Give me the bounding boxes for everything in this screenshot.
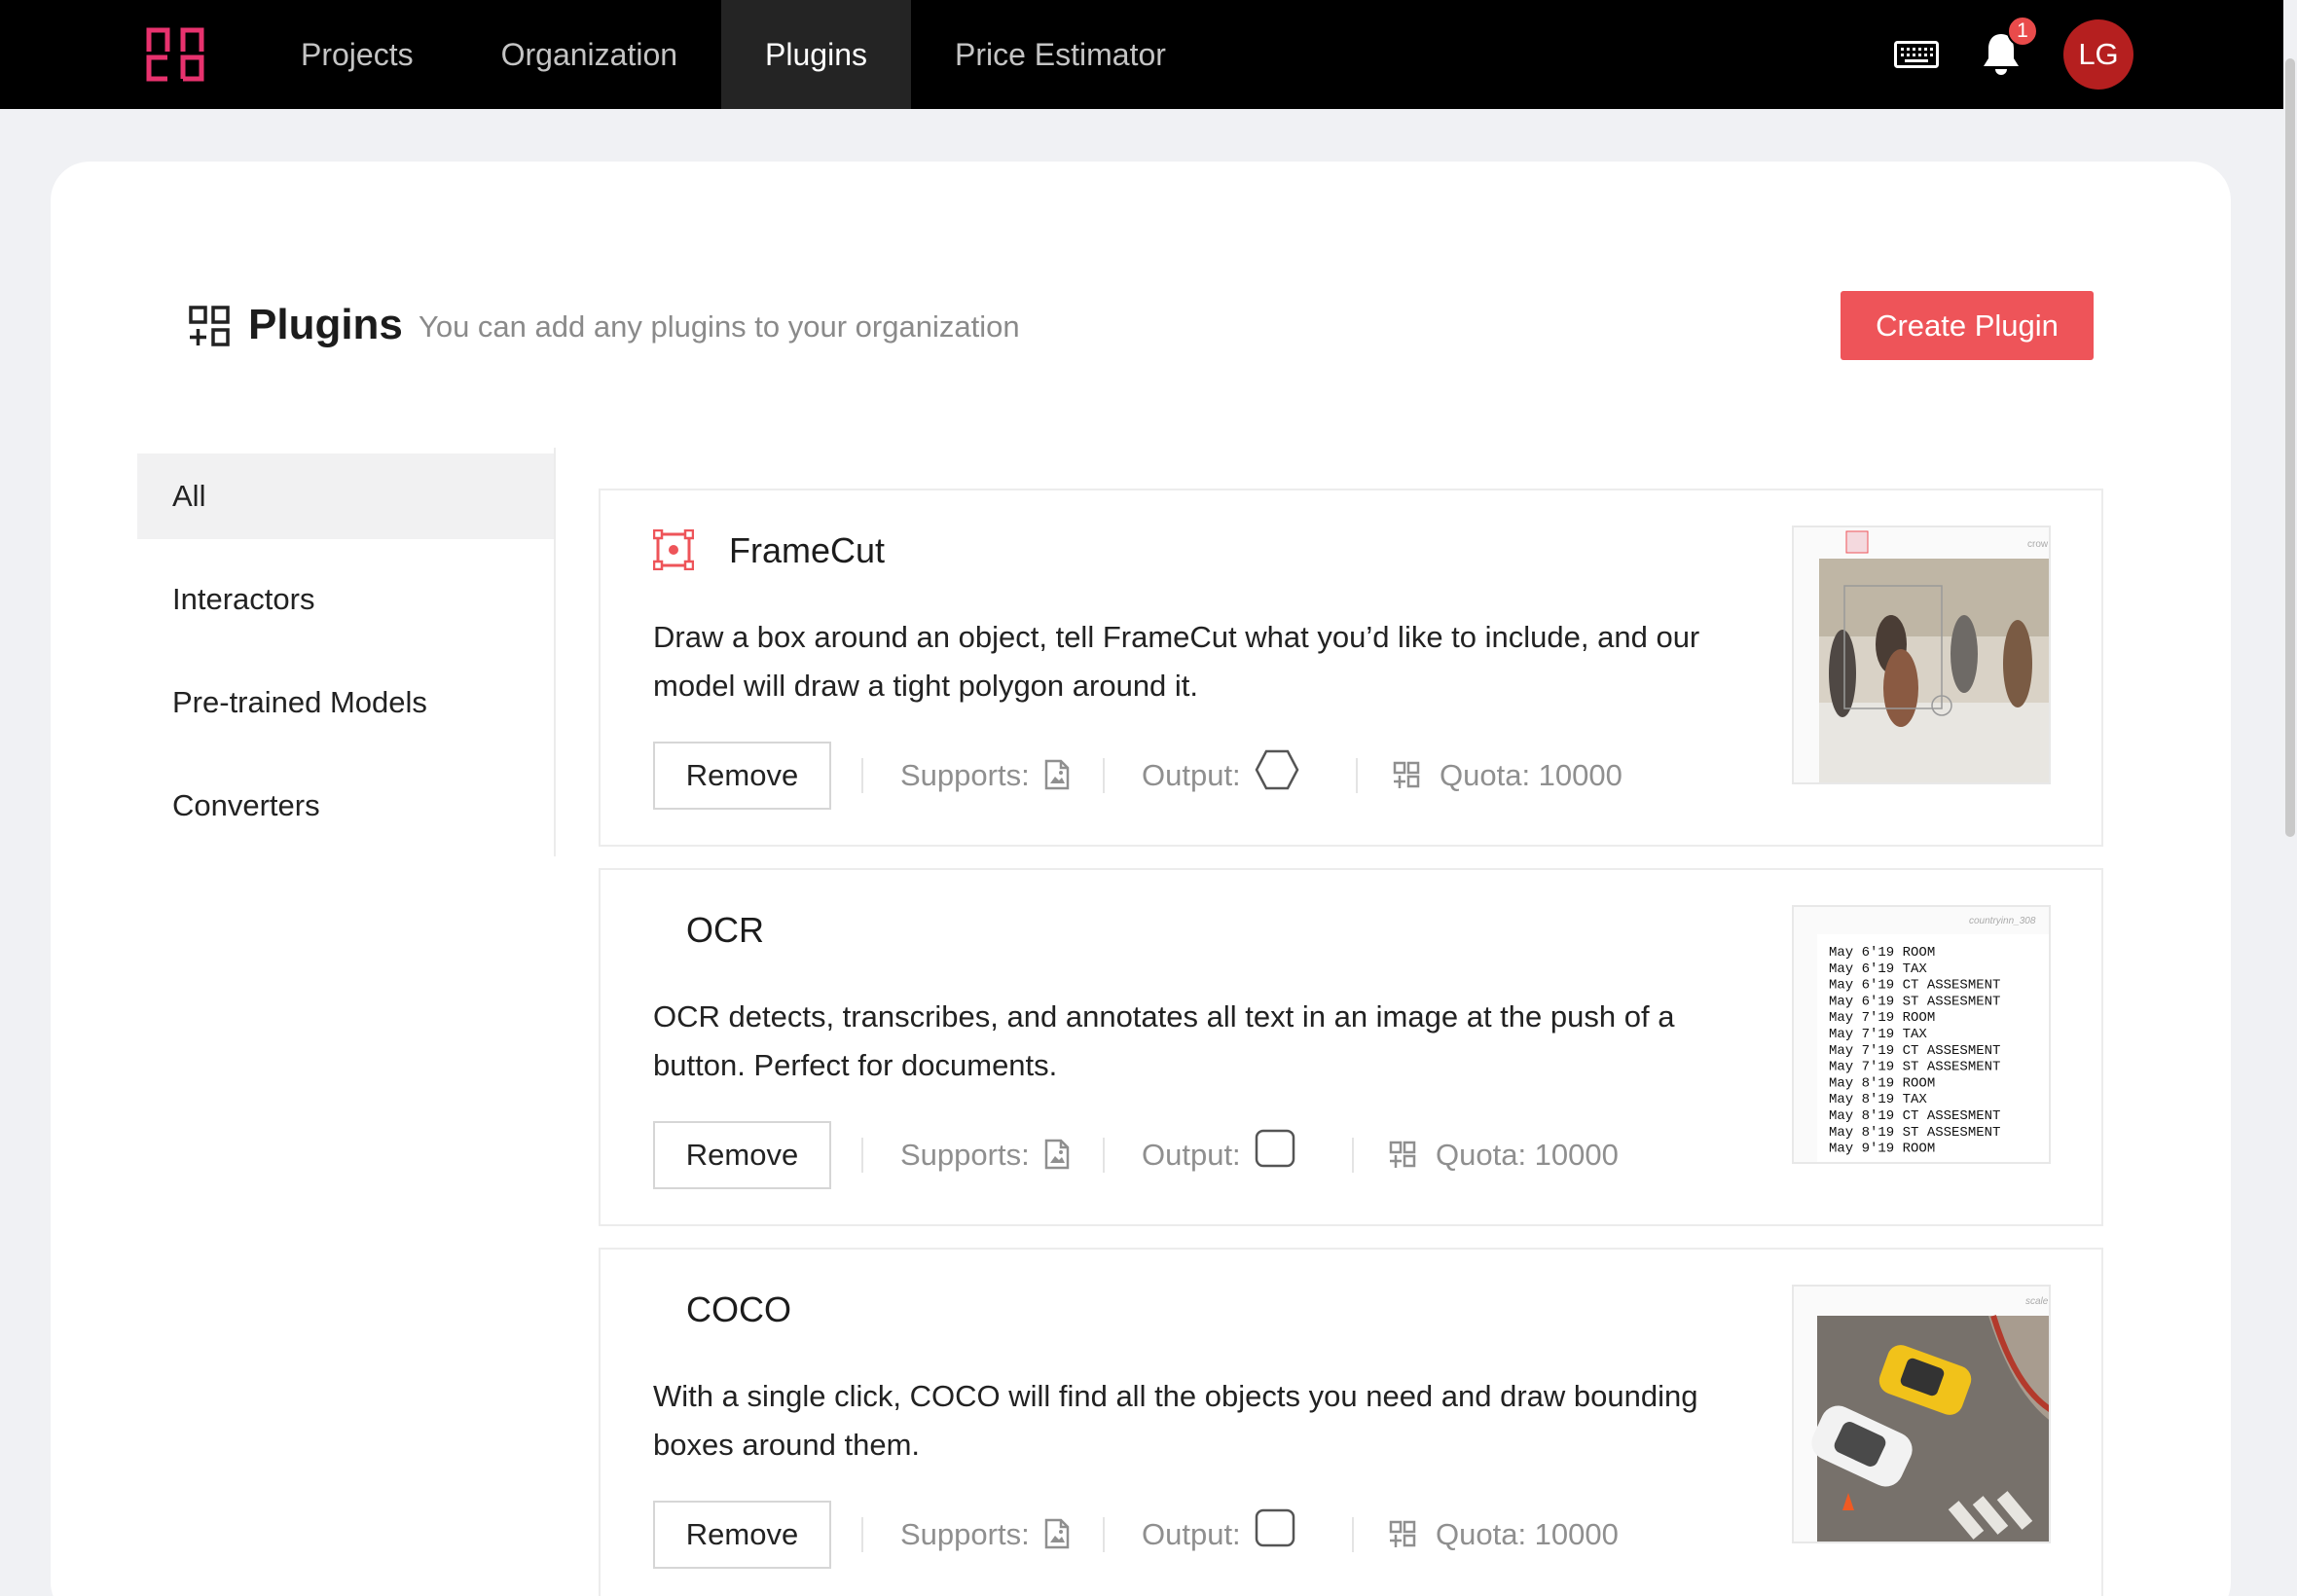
plugin-name: OCR [686,910,764,950]
plugin-name: COCO [686,1289,791,1329]
notification-count-badge: 1 [2007,16,2038,47]
sidebar-item-converters[interactable]: Converters [137,763,554,849]
ocr-text-line: May 7'19 ST ASSESMENT [1829,1060,2000,1075]
app-logo-icon[interactable] [146,27,204,82]
supports-label: Supports: [900,1517,1030,1551]
plugin-card-coco: COCO With a single click, COCO will find… [599,1248,2103,1596]
plugins-grid-icon [189,306,230,346]
nav-plugins[interactable]: Plugins [721,0,911,109]
sidebar-item-all[interactable]: All [137,453,554,539]
ocr-preview-graphic: countryinn_308 May 6'19 ROOMMay 6'19 TAX… [1794,907,2049,1162]
image-file-icon [1044,1139,1070,1170]
thumb-caption: scale [2025,1296,2049,1307]
image-file-icon [1044,1518,1070,1549]
ocr-text-line: May 6'19 ROOM [1829,945,1935,961]
plugin-category-sidebar: All Interactors Pre-trained Models Conve… [137,448,556,856]
supports-label: Supports: [900,758,1030,792]
remove-plugin-button[interactable]: Remove [653,1121,831,1189]
divider [1103,1138,1105,1173]
page-subtitle: You can add any plugins to your organiza… [419,309,1020,344]
keyboard-icon[interactable] [1894,41,1939,68]
plugin-description: OCR detects, transcribes, and annotates … [653,999,1675,1082]
ocr-text-line: May 6'19 TAX [1829,961,1927,977]
nav-projects[interactable]: Projects [257,0,457,109]
top-navigation-bar: Projects Organization Plugins Price Esti… [0,0,2283,109]
ocr-text-line: May 9'19 ROOM [1829,1142,1935,1157]
image-file-icon [1044,759,1070,790]
divider [1103,1517,1105,1552]
ocr-text-line: May 7'19 ROOM [1829,1010,1935,1026]
nav-organization[interactable]: Organization [457,0,721,109]
framecut-icon [653,529,694,570]
output-label: Output: [1142,1138,1241,1172]
ocr-text-line: May 6'19 ST ASSESMENT [1829,994,2000,1009]
output-label: Output: [1142,1517,1241,1551]
main-nav: Projects Organization Plugins Price Esti… [257,0,1210,109]
ocr-text-line: May 8'19 TAX [1829,1092,1927,1107]
sidebar-item-pretrained-models[interactable]: Pre-trained Models [137,660,554,745]
rounded-square-icon [1255,1508,1295,1547]
plugin-card-framecut: FrameCut Draw a box around an object, te… [599,489,2103,847]
ocr-text-line: May 8'19 CT ASSESMENT [1829,1108,2000,1124]
divider [1103,758,1105,793]
quota-label: Quota: 10000 [1436,1138,1619,1172]
ocr-text-line: May 8'19 ST ASSESMENT [1829,1125,2000,1141]
plugin-description: With a single click, COCO will find all … [653,1379,1698,1462]
quota-label: Quota: 10000 [1440,758,1622,792]
divider [861,1138,863,1173]
divider [1352,1517,1354,1552]
thumb-caption: countryinn_308 [1969,916,2036,926]
hexagon-icon [1255,749,1299,790]
coco-preview-graphic: scale [1794,1287,2049,1542]
sidebar-item-interactors[interactable]: Interactors [137,557,554,642]
quota-label: Quota: 10000 [1436,1517,1619,1551]
plugin-description: Draw a box around an object, tell FrameC… [653,620,1700,703]
ocr-text-line: May 6'19 CT ASSESMENT [1829,978,2000,994]
user-avatar[interactable]: LG [2063,19,2133,90]
nav-price-estimator[interactable]: Price Estimator [911,0,1210,109]
divider [1352,1138,1354,1173]
thumb-caption: crow [2027,539,2049,550]
divider [861,758,863,793]
plugin-name: FrameCut [729,530,886,570]
ocr-text-line: May 8'19 ROOM [1829,1075,1935,1091]
create-plugin-button[interactable]: Create Plugin [1841,291,2094,360]
coco-preview-image: scale [1792,1285,2051,1543]
rounded-square-icon [1255,1129,1295,1168]
divider [1356,758,1358,793]
divider [861,1517,863,1552]
quota-grid-icon [1389,1520,1416,1547]
framecut-preview-graphic: crow [1794,527,2049,782]
ocr-preview-image: countryinn_308 May 6'19 ROOM May 6'19 TAX… [1792,905,2051,1164]
supports-label: Supports: [900,1138,1030,1172]
page-title: Plugins [248,301,403,348]
output-label: Output: [1142,758,1241,792]
ocr-text-line: May 7'19 CT ASSESMENT [1829,1043,2000,1059]
quota-grid-icon [1393,761,1420,788]
framecut-preview-image: crow [1792,526,2051,784]
ocr-text-line: May 7'19 TAX [1829,1027,1927,1042]
remove-plugin-button[interactable]: Remove [653,742,831,810]
quota-grid-icon [1389,1141,1416,1168]
page-scrollbar-thumb[interactable] [2285,58,2295,837]
remove-plugin-button[interactable]: Remove [653,1501,831,1569]
plugin-card-ocr: OCR OCR detects, transcribes, and annota… [599,868,2103,1226]
